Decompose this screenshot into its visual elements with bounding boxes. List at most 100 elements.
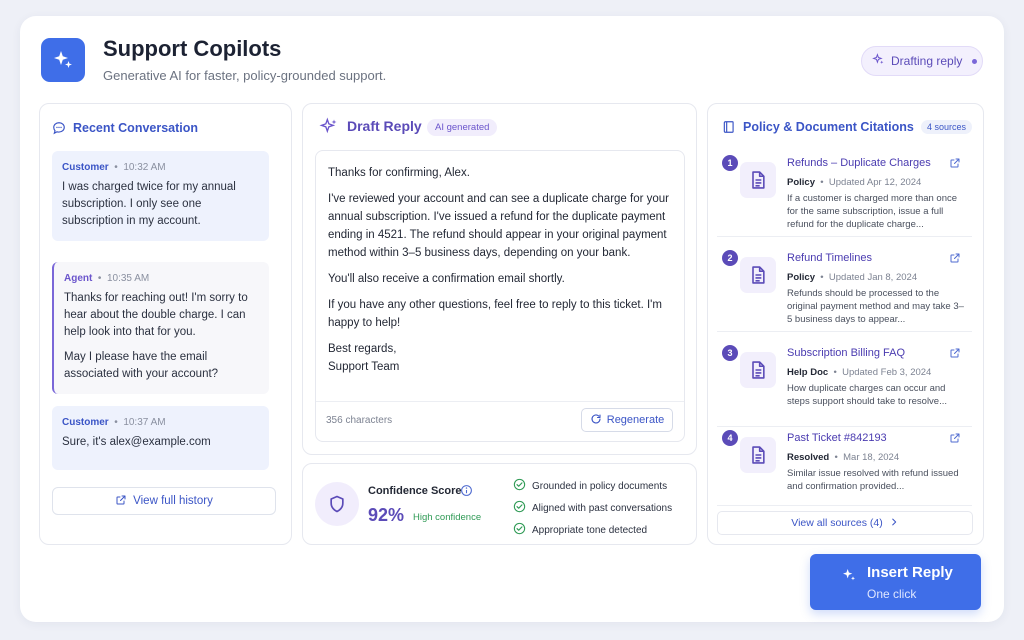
document-icon: [740, 352, 776, 388]
citation-excerpt: How duplicate charges can occur and step…: [787, 383, 948, 407]
book-icon: [722, 120, 736, 139]
check-label: Appropriate tone detected: [532, 524, 648, 536]
message-agent-1: Agent • 10:35 AM Thanks for reaching out…: [52, 262, 269, 394]
message-text: Sure, it's alex@example.com: [62, 436, 211, 448]
external-link-icon[interactable]: [949, 431, 961, 449]
conversation-panel: Recent Conversation Customer • 10:32 AM …: [39, 103, 307, 545]
status-dot: [972, 58, 978, 64]
confidence-value: 92%: [368, 505, 405, 525]
view-all-sources-button[interactable]: View all sources (4): [717, 511, 973, 535]
draft-reply-text[interactable]: Thanks for confirming, Alex. I've review…: [316, 151, 684, 397]
conversation-title: Recent Conversation: [73, 121, 199, 135]
message-time: 10:32 AM: [123, 162, 166, 173]
external-link-icon: [115, 494, 127, 509]
citation-number: 4: [722, 430, 738, 446]
document-icon: [740, 437, 776, 473]
citation-title[interactable]: Refunds – Duplicate Charges: [787, 157, 931, 169]
check-item: Aligned with past conversations: [513, 497, 672, 519]
sparkle-icon: [319, 117, 339, 137]
insert-reply-button[interactable]: Insert Reply One click: [810, 554, 981, 610]
citation-type: Policy: [787, 272, 815, 283]
info-icon[interactable]: [460, 484, 473, 502]
check-item: Appropriate tone detected: [513, 519, 672, 541]
check-label: Aligned with past conversations: [532, 502, 673, 514]
citation-updated: Updated Apr 12, 2024: [828, 177, 922, 188]
shield-icon: [315, 482, 359, 526]
citation-title[interactable]: Refund Timelines: [787, 252, 872, 264]
citation-item[interactable]: 1 Refunds – Duplicate Charges Policy • U…: [717, 149, 972, 237]
draft-paragraph: Thanks for confirming, Alex.: [328, 167, 470, 179]
citation-number: 2: [722, 250, 738, 266]
regenerate-label: Regenerate: [606, 414, 665, 426]
citation-updated: Updated Feb 3, 2024: [842, 367, 932, 378]
sources-count-badge: 4 sources: [921, 120, 973, 134]
message-customer-1: Customer • 10:32 AM I was charged twice …: [52, 151, 269, 241]
message-time: 10:37 AM: [123, 417, 166, 428]
citation-type: Help Doc: [787, 367, 829, 378]
citation-item[interactable]: 2 Refund Timelines Policy • Updated Jan …: [717, 244, 972, 332]
message-text: Thanks for reaching out! I'm sorry to he…: [64, 292, 248, 338]
insert-reply-label: Insert Reply: [867, 564, 953, 581]
regenerate-button[interactable]: Regenerate: [581, 408, 673, 432]
ai-generated-badge: AI generated: [427, 119, 498, 136]
draft-paragraph: Best regards,: [328, 343, 397, 355]
view-all-sources-label: View all sources (4): [791, 517, 883, 529]
citation-number: 1: [722, 155, 738, 171]
draft-paragraph: I've reviewed your account and can see a…: [328, 193, 670, 259]
citation-excerpt: Similar issue resolved with refund issue…: [787, 468, 959, 492]
app-card: Support Copilots Generative AI for faste…: [20, 16, 1004, 622]
external-link-icon[interactable]: [949, 346, 961, 364]
insert-reply-sublabel: One click: [867, 587, 917, 601]
chat-bubble-icon: [52, 121, 66, 140]
draft-paragraph: Support Team: [328, 361, 400, 373]
character-count: 356 characters: [326, 415, 393, 426]
citation-type: Resolved: [787, 452, 830, 463]
view-full-history-button[interactable]: View full history: [52, 487, 276, 515]
status-label: Drafting reply: [891, 54, 963, 68]
external-link-icon[interactable]: [949, 251, 961, 269]
check-label: Grounded in policy documents: [532, 480, 668, 492]
citation-excerpt: Refunds should be processed to the origi…: [787, 288, 964, 325]
message-customer-2: Customer • 10:37 AM Sure, it's alex@exam…: [52, 406, 269, 470]
citations-title: Policy & Document Citations: [743, 120, 914, 134]
message-sender: Customer: [62, 162, 109, 173]
message-sender: Customer: [62, 417, 109, 428]
document-icon: [740, 257, 776, 293]
citation-item[interactable]: 4 Past Ticket #842193 Resolved • Mar 18,…: [717, 424, 972, 506]
message-time: 10:35 AM: [106, 273, 150, 284]
confidence-panel: Confidence Score 92% High confidence Gro…: [302, 463, 697, 545]
check-circle-icon: [513, 478, 526, 494]
app-logo-sparkle-icon: [41, 38, 85, 82]
confidence-level: High confidence: [413, 512, 482, 523]
document-icon: [740, 162, 776, 198]
check-circle-icon: [513, 522, 526, 538]
check-circle-icon: [513, 500, 526, 516]
draft-paragraph: If you have any other questions, feel fr…: [328, 299, 662, 329]
sparkle-icon: [872, 53, 885, 69]
citation-number: 3: [722, 345, 738, 361]
external-link-icon[interactable]: [949, 156, 961, 174]
app-subtitle: Generative AI for faster, policy-grounde…: [103, 68, 387, 83]
message-text: I was charged twice for my annual subscr…: [62, 181, 236, 227]
message-text: May I please have the email associated w…: [64, 351, 219, 380]
draft-footer: 356 characters Regenerate: [316, 401, 684, 441]
check-item: Grounded in policy documents: [513, 475, 672, 497]
citation-excerpt: If a customer is charged more than once …: [787, 193, 958, 230]
draft-reply-title: Draft Reply: [347, 118, 422, 134]
citations-panel: Policy & Document Citations 4 sources 1 …: [707, 103, 984, 545]
draft-reply-panel: Draft Reply AI generated Thanks for conf…: [302, 103, 697, 455]
citation-updated: Mar 18, 2024: [843, 452, 900, 463]
app-title: Support Copilots: [103, 36, 282, 61]
confidence-label: Confidence Score: [368, 485, 462, 497]
view-full-history-label: View full history: [133, 495, 213, 507]
chevron-right-icon: [889, 517, 899, 530]
sparkle-icon: [841, 567, 857, 588]
citation-title[interactable]: Past Ticket #842193: [787, 432, 887, 444]
draft-reply-editor[interactable]: Thanks for confirming, Alex. I've review…: [315, 150, 685, 442]
refresh-icon: [590, 413, 602, 428]
citation-title[interactable]: Subscription Billing FAQ: [787, 347, 905, 359]
citation-type: Policy: [787, 177, 815, 188]
draft-paragraph: You'll also receive a confirmation email…: [328, 273, 565, 285]
citation-updated: Updated Jan 8, 2024: [828, 272, 918, 283]
citation-item[interactable]: 3 Subscription Billing FAQ Help Doc • Up…: [717, 339, 972, 427]
